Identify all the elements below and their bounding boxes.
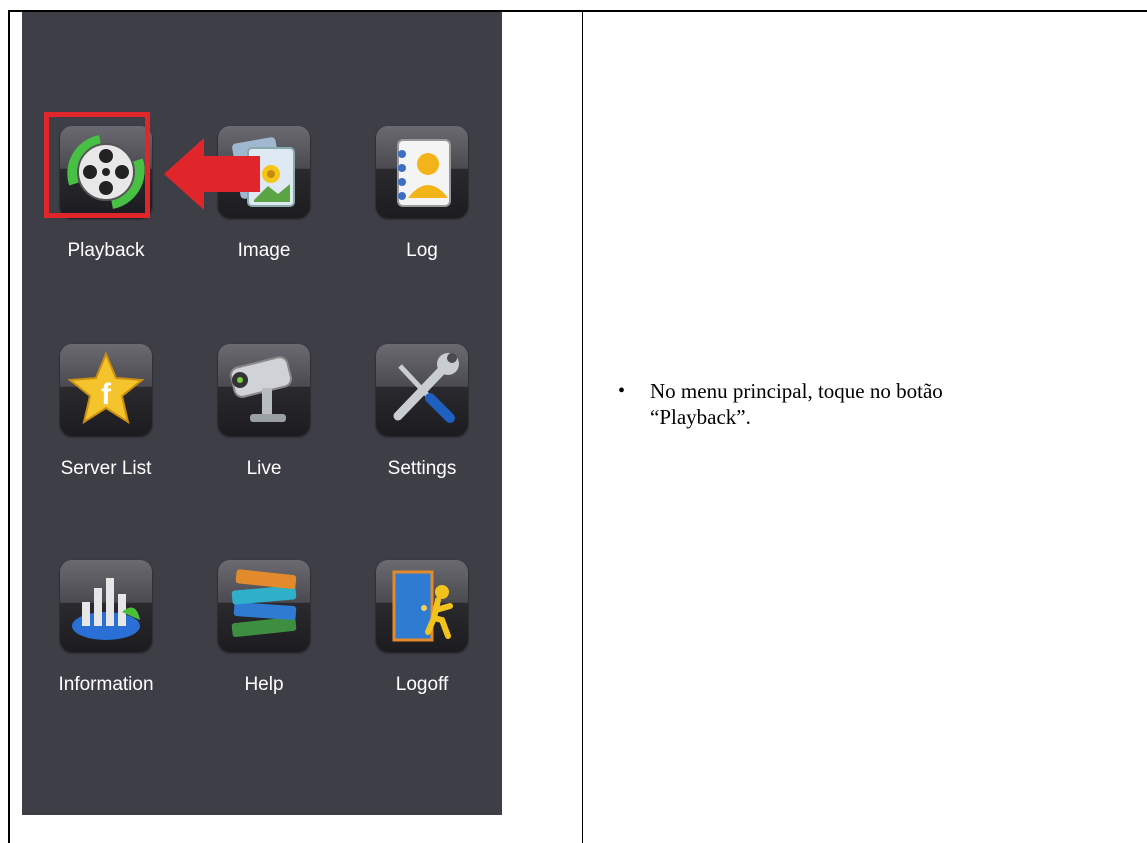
server-list-star-icon: f xyxy=(60,344,152,436)
table-border-left xyxy=(8,10,10,843)
menu-item-label: Settings xyxy=(387,458,457,479)
menu-item-log[interactable]: Log xyxy=(362,126,482,276)
menu-item-label: Logoff xyxy=(395,674,449,695)
table-border-divider xyxy=(582,10,583,843)
menu-item-label: Information xyxy=(58,674,154,695)
menu-item-label: Playback xyxy=(67,240,145,261)
help-books-icon xyxy=(218,560,310,652)
menu-item-server-list[interactable]: f Server List xyxy=(46,344,166,494)
menu-item-information[interactable]: Information xyxy=(46,560,166,710)
information-chart-icon xyxy=(60,560,152,652)
menu-item-label: Help xyxy=(244,674,284,695)
logoff-door-icon xyxy=(376,560,468,652)
menu-item-settings[interactable]: Settings xyxy=(362,344,482,494)
playback-highlight-box xyxy=(44,112,150,218)
menu-item-label: Log xyxy=(406,240,438,261)
menu-item-label: Live xyxy=(246,458,282,479)
live-camera-icon xyxy=(218,344,310,436)
red-arrow-pointer-icon xyxy=(164,138,260,210)
log-contacts-icon xyxy=(376,126,468,218)
instruction-text: No menu principal, toque no botão “Playb… xyxy=(650,379,943,429)
menu-item-help[interactable]: Help xyxy=(204,560,324,710)
settings-tools-icon xyxy=(376,344,468,436)
menu-item-live[interactable]: Live xyxy=(204,344,324,494)
bullet-icon: • xyxy=(618,380,626,402)
menu-item-label: Server List xyxy=(60,458,152,479)
menu-item-label: Image xyxy=(237,240,291,261)
svg-text:f: f xyxy=(101,378,112,411)
menu-item-logoff[interactable]: Logoff xyxy=(362,560,482,710)
